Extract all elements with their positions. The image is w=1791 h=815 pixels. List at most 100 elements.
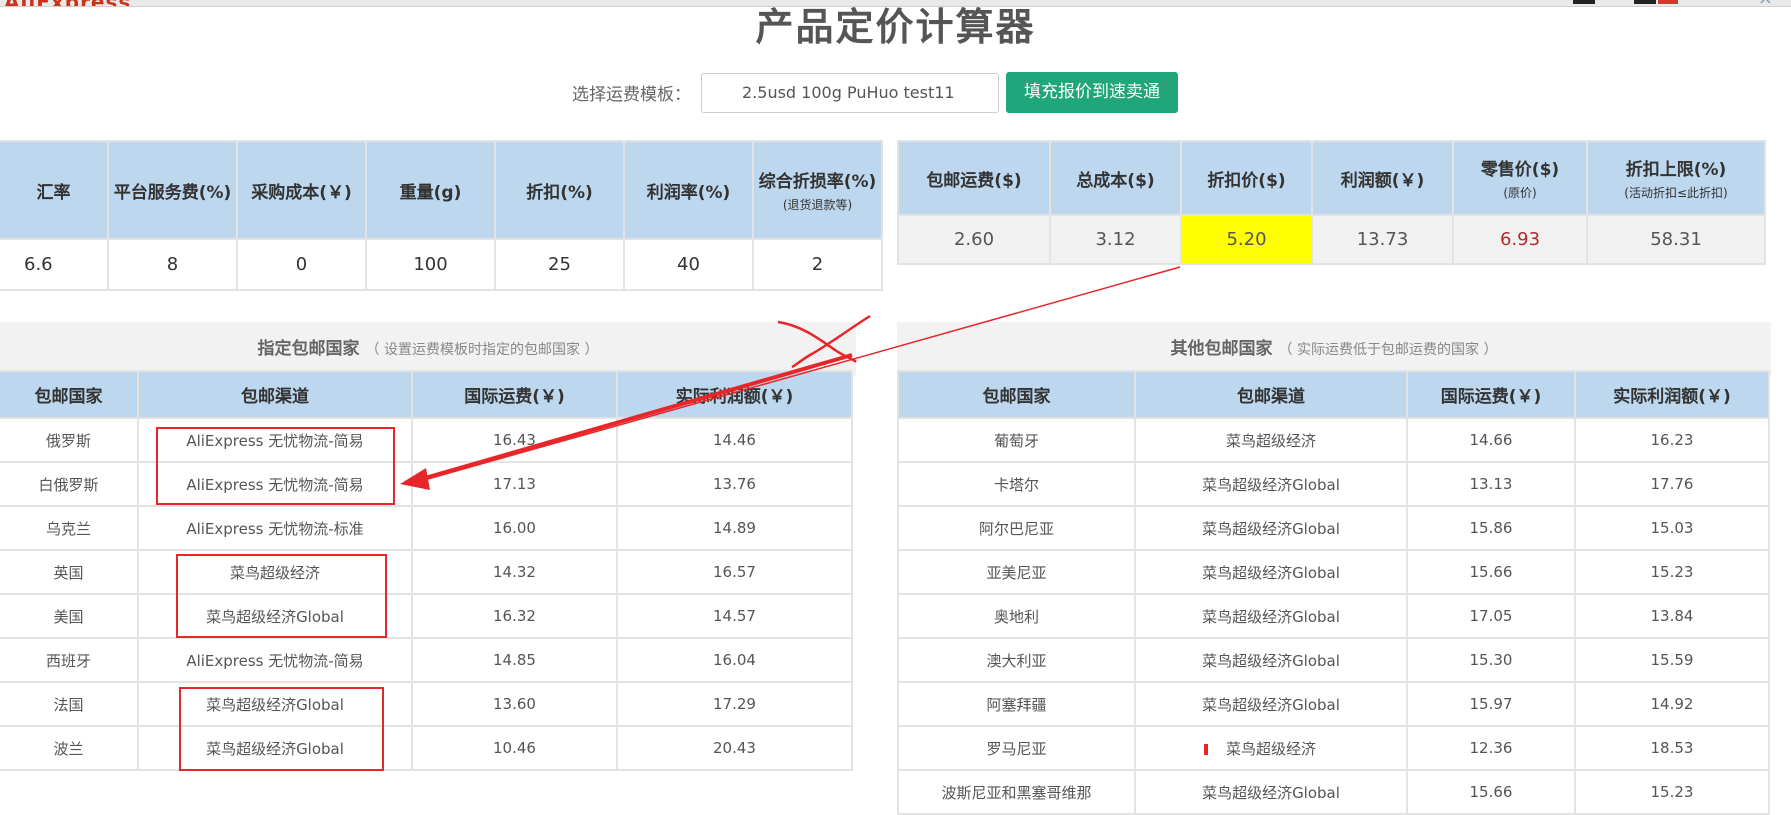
specified-cell-actual-profit: 13.76 bbox=[618, 463, 851, 505]
other-countries-header: 其他包邮国家 （ 实际运费低于包邮运费的国家 ） bbox=[897, 322, 1771, 376]
specified-cell-actual-profit: 16.04 bbox=[618, 639, 851, 681]
other-cell-intl-fee: 15.86 bbox=[1408, 507, 1574, 549]
other-cell-intl-fee: 15.30 bbox=[1408, 639, 1574, 681]
spec-header-country: 包邮国家 bbox=[0, 372, 137, 417]
other-header-channel: 包邮渠道 bbox=[1136, 372, 1406, 417]
specified-cell-actual-profit: 20.43 bbox=[618, 727, 851, 769]
total-cost-value: 3.12 bbox=[1051, 216, 1180, 263]
other-countries-table: 包邮国家 包邮渠道 国际运费(￥) 实际利润额(￥) 葡萄牙 菜鸟超级经济 14.6… bbox=[897, 370, 1770, 815]
other-cell-channel: 菜鸟超级经济Global bbox=[1136, 507, 1406, 549]
page-title: 产品定价计算器 bbox=[755, 5, 1036, 49]
other-cell-actual-profit: 18.53 bbox=[1576, 727, 1768, 769]
other-cell-intl-fee: 15.66 bbox=[1408, 551, 1574, 593]
shipping-fee-value: 2.60 bbox=[899, 216, 1049, 263]
other-cell-intl-fee: 12.36 bbox=[1408, 727, 1574, 769]
specified-cell-country: 法国 bbox=[0, 683, 137, 725]
specified-cell-actual-profit: 17.29 bbox=[618, 683, 851, 725]
other-cell-intl-fee: 13.13 bbox=[1408, 463, 1574, 505]
fill-price-button[interactable]: 填充报价到速卖通 bbox=[1006, 72, 1178, 113]
other-table-row: 亚美尼亚 菜鸟超级经济Global 15.66 15.23 bbox=[899, 551, 1768, 593]
specified-table-row: 乌克兰 AliExpress 无忧物流-标准 16.00 14.89 bbox=[0, 507, 851, 549]
retail-price-value: 6.93 bbox=[1454, 216, 1586, 263]
profit-rate-input[interactable]: 40 bbox=[625, 240, 752, 289]
other-cell-channel: 菜鸟超级经济 bbox=[1136, 727, 1406, 769]
header-weight: 重量(g) bbox=[367, 142, 494, 238]
specified-cell-intl-fee: 14.85 bbox=[413, 639, 616, 681]
discount-limit-value: 58.31 bbox=[1588, 216, 1764, 263]
other-cell-channel: 菜鸟超级经济Global bbox=[1136, 683, 1406, 725]
other-table-row: 葡萄牙 菜鸟超级经济 14.66 16.23 bbox=[899, 419, 1768, 461]
specified-cell-country: 俄罗斯 bbox=[0, 419, 137, 461]
specified-table-row: 英国 菜鸟超级经济 14.32 16.57 bbox=[0, 551, 851, 593]
specified-table-row: 西班牙 AliExpress 无忧物流-简易 14.85 16.04 bbox=[0, 639, 851, 681]
params-table: 汇率 平台服务费(%) 采购成本(￥) 重量(g) 折扣(%) 利润率(%) 综… bbox=[0, 140, 883, 291]
header-profit-amount: 利润额(￥) bbox=[1313, 142, 1452, 214]
other-cell-channel: 菜鸟超级经济Global bbox=[1136, 595, 1406, 637]
other-cell-channel: 菜鸟超级经济Global bbox=[1136, 463, 1406, 505]
specified-cell-intl-fee: 17.13 bbox=[413, 463, 616, 505]
spec-header-channel: 包邮渠道 bbox=[139, 372, 411, 417]
annotation-box-1 bbox=[156, 427, 395, 505]
header-retail-price: 零售价($) (原价) bbox=[1454, 142, 1586, 214]
specified-cell-country: 乌克兰 bbox=[0, 507, 137, 549]
annotation-box-3 bbox=[179, 687, 384, 771]
specified-cell-intl-fee: 13.60 bbox=[413, 683, 616, 725]
other-cell-country: 澳大利亚 bbox=[899, 639, 1134, 681]
platform-fee-input[interactable]: 8 bbox=[109, 240, 236, 289]
other-cell-actual-profit: 15.03 bbox=[1576, 507, 1768, 549]
specified-cell-actual-profit: 14.89 bbox=[618, 507, 851, 549]
other-cell-intl-fee: 15.97 bbox=[1408, 683, 1574, 725]
other-table-row: 波斯尼亚和黑塞哥维那 菜鸟超级经济Global 15.66 15.23 bbox=[899, 771, 1768, 813]
header-exchange-rate: 汇率 bbox=[0, 142, 107, 238]
other-cell-actual-profit: 14.92 bbox=[1576, 683, 1768, 725]
specified-cell-actual-profit: 14.57 bbox=[618, 595, 851, 637]
specified-cell-country: 西班牙 bbox=[0, 639, 137, 681]
specified-cell-channel: AliExpress 无忧物流-简易 bbox=[139, 639, 411, 681]
header-loss-rate: 综合折损率(%) (退货退款等) bbox=[754, 142, 881, 238]
specified-table-row: 波兰 菜鸟超级经济Global 10.46 20.43 bbox=[0, 727, 851, 769]
purchase-cost-input[interactable]: 0 bbox=[238, 240, 365, 289]
header-discount-price: 折扣价($) bbox=[1182, 142, 1311, 214]
specified-countries-note: （ 设置运费模板时指定的包邮国家 ） bbox=[365, 342, 599, 358]
other-cell-country: 奥地利 bbox=[899, 595, 1134, 637]
specified-table-row: 美国 菜鸟超级经济Global 16.32 14.57 bbox=[0, 595, 851, 637]
other-cell-actual-profit: 15.23 bbox=[1576, 771, 1768, 813]
header-platform-fee: 平台服务费(%) bbox=[109, 142, 236, 238]
other-cell-country: 卡塔尔 bbox=[899, 463, 1134, 505]
discount-price-value: 5.20 bbox=[1182, 216, 1311, 263]
specified-table-row: 法国 菜鸟超级经济Global 13.60 17.29 bbox=[0, 683, 851, 725]
other-cell-intl-fee: 15.66 bbox=[1408, 771, 1574, 813]
other-cell-country: 亚美尼亚 bbox=[899, 551, 1134, 593]
other-table-row: 阿塞拜疆 菜鸟超级经济Global 15.97 14.92 bbox=[899, 683, 1768, 725]
specified-table-row: 俄罗斯 AliExpress 无忧物流-简易 16.43 14.46 bbox=[0, 419, 851, 461]
header-discount-limit: 折扣上限(%) (活动折扣≤此折扣) bbox=[1588, 142, 1764, 214]
header-profit-rate: 利润率(%) bbox=[625, 142, 752, 238]
other-cell-country: 阿尔巴尼亚 bbox=[899, 507, 1134, 549]
other-cell-country: 葡萄牙 bbox=[899, 419, 1134, 461]
header-shipping-fee: 包邮运费($) bbox=[899, 142, 1049, 214]
other-table-row: 卡塔尔 菜鸟超级经济Global 13.13 17.76 bbox=[899, 463, 1768, 505]
results-table: 包邮运费($) 总成本($) 折扣价($) 利润额(￥) 零售价($) (原价) … bbox=[897, 140, 1766, 265]
template-select[interactable]: 2.5usd 100g PuHuo test11 bbox=[701, 73, 999, 113]
specified-cell-intl-fee: 14.32 bbox=[413, 551, 616, 593]
other-header-country: 包邮国家 bbox=[899, 372, 1134, 417]
other-countries-note: （ 实际运费低于包邮运费的国家 ） bbox=[1278, 342, 1498, 358]
exchange-rate-input[interactable]: 6.6 bbox=[0, 240, 107, 289]
loss-rate-input[interactable]: 2 bbox=[754, 240, 881, 289]
specified-cell-intl-fee: 10.46 bbox=[413, 727, 616, 769]
other-table-row: 奥地利 菜鸟超级经济Global 17.05 13.84 bbox=[899, 595, 1768, 637]
specified-countries-header: 指定包邮国家 （ 设置运费模板时指定的包邮国家 ） bbox=[0, 322, 856, 376]
weight-input[interactable]: 100 bbox=[367, 240, 494, 289]
specified-cell-actual-profit: 16.57 bbox=[618, 551, 851, 593]
spec-header-actual-profit: 实际利润额(￥) bbox=[618, 372, 851, 417]
discount-input[interactable]: 25 bbox=[496, 240, 623, 289]
spec-header-intl-fee: 国际运费(￥) bbox=[413, 372, 616, 417]
other-cell-actual-profit: 15.59 bbox=[1576, 639, 1768, 681]
other-cell-channel: 菜鸟超级经济Global bbox=[1136, 771, 1406, 813]
specified-cell-country: 美国 bbox=[0, 595, 137, 637]
other-cell-channel: 菜鸟超级经济 bbox=[1136, 419, 1406, 461]
other-header-intl-fee: 国际运费(￥) bbox=[1408, 372, 1574, 417]
other-cell-country: 波斯尼亚和黑塞哥维那 bbox=[899, 771, 1134, 813]
annotation-box-2 bbox=[176, 554, 387, 638]
other-cell-actual-profit: 15.23 bbox=[1576, 551, 1768, 593]
